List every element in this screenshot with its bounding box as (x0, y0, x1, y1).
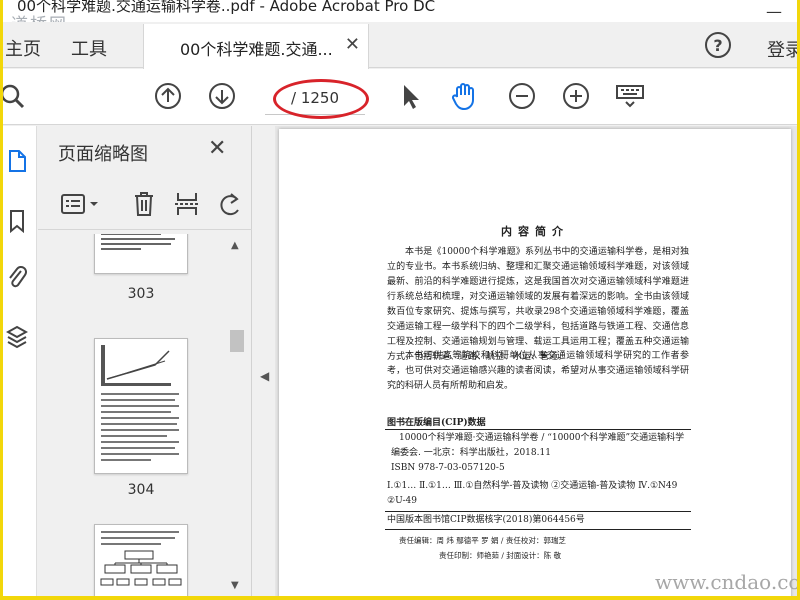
tab-home[interactable]: 主页 (5, 35, 41, 61)
editor-credits: 责任编辑：周 炜 鄢德平 罗 娟 / 责任校对：郭瑞芝 (399, 536, 566, 545)
document-view: 内容简介 本书是《10000个科学难题》系列丛书中的交通运输科学卷，是相对独立的… (275, 126, 797, 596)
tab-tools[interactable]: 工具 (71, 35, 107, 61)
hand-tool-icon[interactable] (449, 81, 479, 111)
cip-classification: Ⅰ.①1… Ⅱ.①1… Ⅲ.①自然科学-普及读物 ②交通运输-普及读物 Ⅳ.①N… (387, 481, 678, 506)
scroll-up-icon[interactable]: ▲ (231, 240, 239, 251)
next-page-icon[interactable] (207, 81, 237, 111)
minimize-button[interactable]: — (751, 0, 797, 22)
attachment-icon[interactable] (3, 262, 31, 292)
zoom-out-icon[interactable] (507, 81, 537, 111)
cip-isbn: ISBN 978-7-03-057120-5 (391, 463, 505, 473)
extract-page-icon[interactable] (172, 188, 202, 220)
layers-icon[interactable] (3, 322, 31, 352)
title-bar: 00个科学难题.交通运输科学卷..pdf - Adobe Acrobat Pro… (3, 0, 797, 22)
thumbnail-label: 303 (127, 286, 155, 302)
tab-bar: 主页 工具 00个科学难题.交通... ✕ ? 登录 (3, 22, 797, 69)
thumbnail-list: 303 304 (38, 234, 228, 596)
close-tab-icon[interactable]: ✕ (345, 34, 360, 55)
acrobat-window: 00个科学难题.交通运输科学卷..pdf - Adobe Acrobat Pro… (3, 0, 797, 596)
watermark-bottom-right: www.cndao.com (655, 570, 797, 594)
thumbnail-page[interactable] (94, 234, 188, 274)
keyboard-icon[interactable] (615, 81, 645, 111)
divider (385, 511, 691, 512)
page-number-field[interactable]: / 1250 (265, 81, 365, 115)
panel-tools (38, 178, 252, 230)
toolbar: / 1250 (3, 69, 797, 125)
page-heading: 内容简介 (501, 225, 569, 238)
collapse-panel-icon[interactable]: ◀ (260, 369, 269, 383)
cip-number: 中国版本图书馆CIP数据核字(2018)第064456号 (387, 515, 585, 525)
search-icon[interactable] (3, 81, 27, 111)
panel-title: 页面缩略图 (58, 144, 148, 165)
pdf-page: 内容简介 本书是《10000个科学难题》系列丛书中的交通运输科学卷，是相对独立的… (279, 129, 791, 596)
zoom-in-icon[interactable] (561, 81, 591, 111)
print-credits: 责任印制：师艳茹 / 封面设计：陈 敬 (439, 551, 562, 560)
delete-icon[interactable] (130, 188, 158, 220)
scrollbar-thumb[interactable] (230, 330, 244, 352)
thumbnails-panel: 页面缩略图 ✕ 303 304 ▲ ▼ (38, 126, 252, 596)
pages-icon[interactable] (3, 146, 31, 176)
divider (385, 529, 691, 530)
cip-entry: 10000个科学难题·交通运输科学卷 / “10000个科学难题”交通运输科学编… (391, 433, 685, 458)
select-arrow-icon[interactable] (395, 81, 425, 111)
divider (385, 429, 691, 430)
thumbnail-page[interactable] (94, 338, 188, 474)
rotate-icon[interactable] (216, 188, 244, 220)
scroll-down-icon[interactable]: ▼ (231, 580, 239, 591)
login-button[interactable]: 登录 (767, 36, 797, 62)
bookmark-icon[interactable] (3, 206, 31, 236)
thumbnail-scrollbar[interactable]: ▲ ▼ (228, 234, 246, 596)
left-icon-rail (3, 126, 37, 596)
help-icon[interactable]: ? (705, 32, 731, 58)
tab-document[interactable]: 00个科学难题.交通... ✕ (143, 24, 369, 69)
panel-splitter[interactable] (253, 126, 275, 596)
close-panel-icon[interactable]: ✕ (208, 136, 226, 161)
prev-page-icon[interactable] (153, 81, 183, 111)
cip-title: 图书在版编目(CIP)数据 (387, 418, 486, 428)
paragraph-audience: 本书可供高等院校和科研单位从事交通运输领域科学研究的工作者参考，也可供对交通运输… (387, 351, 689, 391)
thumbnail-options-icon[interactable] (60, 188, 104, 220)
window-title: 00个科学难题.交通运输科学卷..pdf - Adobe Acrobat Pro… (17, 0, 436, 15)
thumbnail-page[interactable] (94, 524, 188, 596)
thumbnail-label: 304 (127, 482, 155, 498)
tab-document-label: 00个科学难题.交通... (180, 40, 333, 59)
paragraph-intro: 本书是《10000个科学难题》系列丛书中的交通运输科学卷，是相对独立的专业书。本… (387, 247, 689, 362)
